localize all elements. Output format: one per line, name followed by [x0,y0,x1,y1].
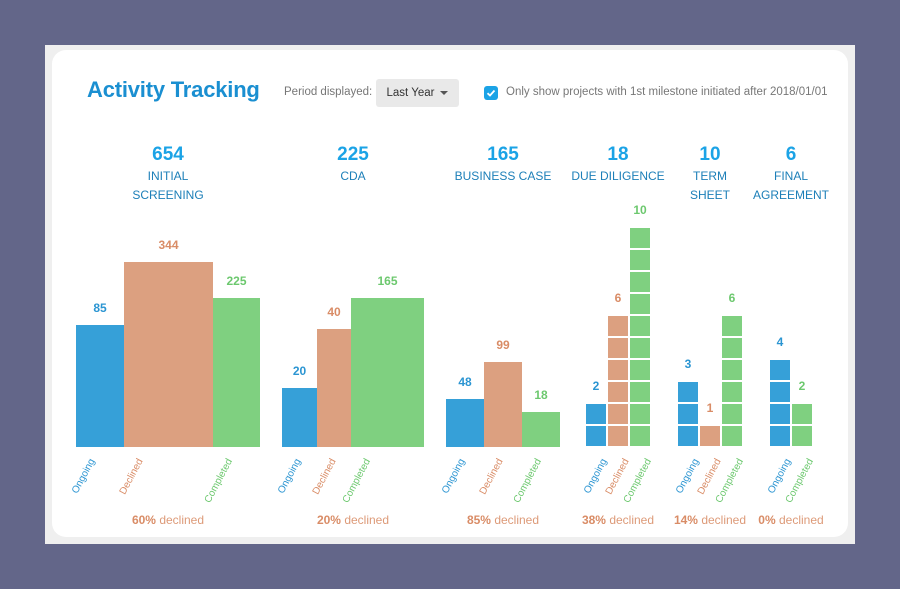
completed-unit-block [791,425,813,447]
completed-unit-block [629,271,651,293]
stage-total: 6 [785,144,797,165]
declined-unit-block [607,359,629,381]
stage-name: TERM SHEET [689,169,730,202]
ongoing-unit-block [677,381,699,403]
stage-name: BUSINESS CASE [454,169,552,183]
ongoing-unit-block [677,403,699,425]
ongoing-unit-block [585,403,607,425]
period-label: Period displayed: [284,86,373,98]
declined-percentage: 20% declined [317,513,389,527]
stage-total: 654 [152,144,184,165]
declined-percentage: 60% declined [132,513,204,527]
declined-suffix: declined [697,513,747,527]
ongoing-value-label: 85 [93,301,107,315]
completed-unit-block [629,403,651,425]
completed-value-label: 6 [728,291,736,305]
ongoing-value-label: 3 [684,357,692,371]
completed-value-label: 2 [798,379,806,393]
completed-value-label: 10 [633,203,647,217]
declined-suffix: declined [155,513,205,527]
completed-unit-block [629,425,651,447]
ongoing-value-label: 4 [776,335,784,349]
period-value: Last Year [386,87,435,99]
declined-bar [317,329,351,447]
declined-bar [484,362,522,447]
ongoing-unit-block [769,403,791,425]
filter-checkbox[interactable] [484,86,498,100]
ongoing-unit-block [769,359,791,381]
completed-value-label: 18 [534,388,548,402]
completed-unit-block [791,403,813,425]
completed-value-label: 225 [226,274,247,288]
completed-unit-block [629,249,651,271]
page-title: Activity Tracking [87,77,260,102]
completed-unit-block [721,359,743,381]
declined-percent-value: 85% [466,513,491,527]
declined-value-label: 99 [496,338,510,352]
declined-percentage: 85% declined [467,513,539,527]
completed-value-label: 165 [377,274,398,288]
completed-unit-block [629,315,651,337]
declined-percentage: 38% declined [582,513,654,527]
completed-unit-block [629,227,651,249]
completed-unit-block [629,293,651,315]
declined-percent-value: 20% [316,513,341,527]
declined-suffix: declined [490,513,540,527]
stage-total: 18 [607,144,629,165]
stage-total: 165 [487,144,519,165]
declined-percent-value: 14% [673,513,698,527]
period-dropdown[interactable]: Last Year [376,79,459,107]
ongoing-value-label: 20 [292,364,307,378]
declined-suffix: declined [340,513,390,527]
declined-percent-value: 0% [758,513,776,527]
filter-label: Only show projects with 1st milestone in… [506,86,828,98]
declined-unit-block [607,337,629,359]
ongoing-unit-block [769,425,791,447]
declined-value-label: 1 [706,401,714,415]
declined-unit-block [607,403,629,425]
completed-unit-block [721,337,743,359]
stage-total: 10 [699,144,721,165]
completed-bar [522,412,560,447]
stage-total: 225 [337,144,369,165]
ongoing-unit-block [677,425,699,447]
completed-unit-block [629,381,651,403]
declined-value-label: 344 [158,238,179,252]
ongoing-bar [282,388,317,447]
declined-suffix: declined [775,513,824,527]
declined-value-label: 6 [614,291,622,305]
completed-unit-block [721,403,743,425]
declined-percent-value: 38% [581,513,606,527]
completed-unit-block [721,315,743,337]
ongoing-bar [446,399,484,447]
completed-unit-block [629,359,651,381]
declined-unit-block [607,315,629,337]
declined-value-label: 40 [327,305,341,319]
declined-suffix: declined [605,513,655,527]
checkmark-icon [486,89,496,97]
stage-name: FINAL AGREEMENT [752,169,829,202]
completed-unit-block [721,425,743,447]
completed-bar [351,298,424,447]
declined-percentage: 14% declined [674,513,746,527]
declined-percentage: 0% declined [758,513,823,527]
stage-name: DUE DILIGENCE [571,169,665,183]
completed-unit-block [721,381,743,403]
declined-unit-block [607,425,629,447]
ongoing-value-label: 48 [458,375,472,389]
caret-down-icon [440,91,449,95]
stage-name: INITIAL SCREENING [132,169,204,202]
ongoing-value-label: 2 [592,379,600,393]
declined-bar [124,262,213,447]
ongoing-unit-block [585,425,607,447]
ongoing-unit-block [769,381,791,403]
ongoing-bar [76,325,124,447]
completed-unit-block [629,337,651,359]
declined-unit-block [607,381,629,403]
stage-name: CDA [340,169,366,183]
declined-percent-value: 60% [131,513,156,527]
declined-unit-block [699,425,721,447]
completed-bar [213,298,260,447]
